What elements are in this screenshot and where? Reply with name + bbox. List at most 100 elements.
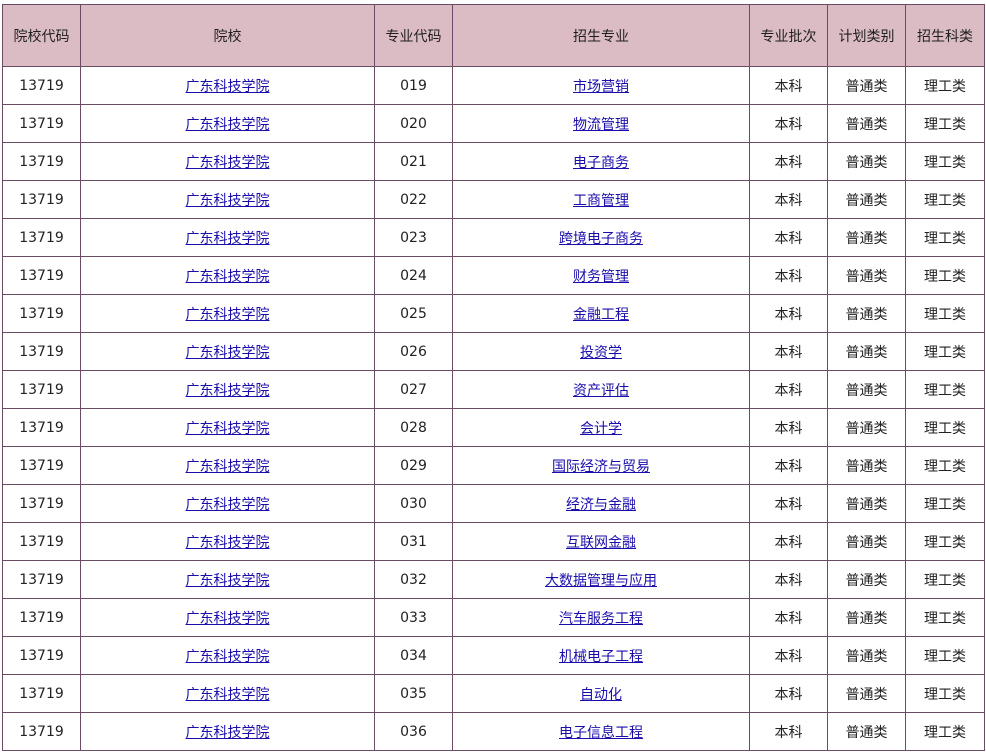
school-name-link[interactable]: 广东科技学院 (186, 155, 270, 171)
major-name-link[interactable]: 互联网金融 (566, 535, 636, 551)
batch-cell: 本科 (749, 598, 828, 637)
plan-type-cell: 普通类 (827, 446, 906, 485)
major-name-link[interactable]: 经济与金融 (566, 497, 636, 513)
subject-category-cell: 理工类 (905, 446, 985, 485)
major-cell: 自动化 (452, 674, 750, 713)
major-name-link[interactable]: 财务管理 (573, 269, 629, 285)
major-name-link[interactable]: 机械电子工程 (559, 649, 643, 665)
major-code-cell: 032 (374, 560, 453, 599)
table-row: 13719 广东科技学院 025 金融工程 本科 普通类 理工类 (2, 294, 985, 333)
major-name-link[interactable]: 国际经济与贸易 (552, 459, 650, 475)
school-cell: 广东科技学院 (80, 522, 375, 561)
major-name-link[interactable]: 投资学 (580, 345, 622, 361)
batch-cell: 本科 (749, 370, 828, 409)
batch-cell: 本科 (749, 218, 828, 257)
plan-type-cell: 普通类 (827, 484, 906, 523)
major-code-cell: 025 (374, 294, 453, 333)
header-col-school-code: 院校代码 (2, 4, 81, 67)
header-col-major: 招生专业 (452, 4, 750, 67)
batch-cell: 本科 (749, 294, 828, 333)
school-code-cell: 13719 (2, 484, 81, 523)
major-code-cell: 026 (374, 332, 453, 371)
school-code-cell: 13719 (2, 446, 81, 485)
major-cell: 电子信息工程 (452, 712, 750, 751)
school-name-link[interactable]: 广东科技学院 (186, 459, 270, 475)
major-cell: 跨境电子商务 (452, 218, 750, 257)
school-name-link[interactable]: 广东科技学院 (186, 649, 270, 665)
plan-type-cell: 普通类 (827, 332, 906, 371)
table-row: 13719 广东科技学院 035 自动化 本科 普通类 理工类 (2, 674, 985, 713)
subject-category-cell: 理工类 (905, 180, 985, 219)
school-name-link[interactable]: 广东科技学院 (186, 117, 270, 133)
school-cell: 广东科技学院 (80, 332, 375, 371)
table-body: 13719 广东科技学院 019 市场营销 本科 普通类 理工类 13719 广东科技学院 020… (2, 66, 985, 751)
school-name-link[interactable]: 广东科技学院 (186, 687, 270, 703)
subject-category-cell: 理工类 (905, 142, 985, 181)
batch-cell: 本科 (749, 674, 828, 713)
major-name-link[interactable]: 大数据管理与应用 (545, 573, 657, 589)
subject-category-cell: 理工类 (905, 636, 985, 675)
major-name-link[interactable]: 物流管理 (573, 117, 629, 133)
plan-type-cell: 普通类 (827, 142, 906, 181)
school-cell: 广东科技学院 (80, 218, 375, 257)
school-name-link[interactable]: 广东科技学院 (186, 725, 270, 741)
school-name-link[interactable]: 广东科技学院 (186, 79, 270, 95)
batch-cell: 本科 (749, 408, 828, 447)
major-name-link[interactable]: 电子商务 (573, 155, 629, 171)
school-name-link[interactable]: 广东科技学院 (186, 573, 270, 589)
batch-cell: 本科 (749, 522, 828, 561)
school-name-link[interactable]: 广东科技学院 (186, 535, 270, 551)
major-name-link[interactable]: 跨境电子商务 (559, 231, 643, 247)
school-name-link[interactable]: 广东科技学院 (186, 611, 270, 627)
major-name-link[interactable]: 汽车服务工程 (559, 611, 643, 627)
table-row: 13719 广东科技学院 032 大数据管理与应用 本科 普通类 理工类 (2, 560, 985, 599)
table-row: 13719 广东科技学院 024 财务管理 本科 普通类 理工类 (2, 256, 985, 295)
major-cell: 经济与金融 (452, 484, 750, 523)
school-name-link[interactable]: 广东科技学院 (186, 383, 270, 399)
major-name-link[interactable]: 金融工程 (573, 307, 629, 323)
plan-type-cell: 普通类 (827, 674, 906, 713)
major-name-link[interactable]: 电子信息工程 (559, 725, 643, 741)
school-code-cell: 13719 (2, 408, 81, 447)
school-name-link[interactable]: 广东科技学院 (186, 269, 270, 285)
school-name-link[interactable]: 广东科技学院 (186, 497, 270, 513)
table-row: 13719 广东科技学院 022 工商管理 本科 普通类 理工类 (2, 180, 985, 219)
batch-cell: 本科 (749, 180, 828, 219)
major-cell: 大数据管理与应用 (452, 560, 750, 599)
school-code-cell: 13719 (2, 332, 81, 371)
subject-category-cell: 理工类 (905, 560, 985, 599)
table-row: 13719 广东科技学院 021 电子商务 本科 普通类 理工类 (2, 142, 985, 181)
major-code-cell: 034 (374, 636, 453, 675)
major-name-link[interactable]: 会计学 (580, 421, 622, 437)
plan-type-cell: 普通类 (827, 180, 906, 219)
header-col-major-code: 专业代码 (374, 4, 453, 67)
school-cell: 广东科技学院 (80, 66, 375, 105)
major-name-link[interactable]: 资产评估 (573, 383, 629, 399)
school-name-link[interactable]: 广东科技学院 (186, 193, 270, 209)
major-cell: 会计学 (452, 408, 750, 447)
batch-cell: 本科 (749, 636, 828, 675)
major-name-link[interactable]: 自动化 (580, 687, 622, 703)
school-code-cell: 13719 (2, 142, 81, 181)
major-name-link[interactable]: 工商管理 (573, 193, 629, 209)
subject-category-cell: 理工类 (905, 712, 985, 751)
major-cell: 国际经济与贸易 (452, 446, 750, 485)
school-name-link[interactable]: 广东科技学院 (186, 345, 270, 361)
school-name-link[interactable]: 广东科技学院 (186, 231, 270, 247)
subject-category-cell: 理工类 (905, 522, 985, 561)
header-col-batch: 专业批次 (749, 4, 828, 67)
school-code-cell: 13719 (2, 370, 81, 409)
school-code-cell: 13719 (2, 294, 81, 333)
school-name-link[interactable]: 广东科技学院 (186, 421, 270, 437)
major-name-link[interactable]: 市场营销 (573, 79, 629, 95)
school-cell: 广东科技学院 (80, 446, 375, 485)
school-name-link[interactable]: 广东科技学院 (186, 307, 270, 323)
header-col-school: 院校 (80, 4, 375, 67)
subject-category-cell: 理工类 (905, 370, 985, 409)
subject-category-cell: 理工类 (905, 408, 985, 447)
school-code-cell: 13719 (2, 66, 81, 105)
table-row: 13719 广东科技学院 030 经济与金融 本科 普通类 理工类 (2, 484, 985, 523)
batch-cell: 本科 (749, 560, 828, 599)
major-code-cell: 033 (374, 598, 453, 637)
batch-cell: 本科 (749, 142, 828, 181)
